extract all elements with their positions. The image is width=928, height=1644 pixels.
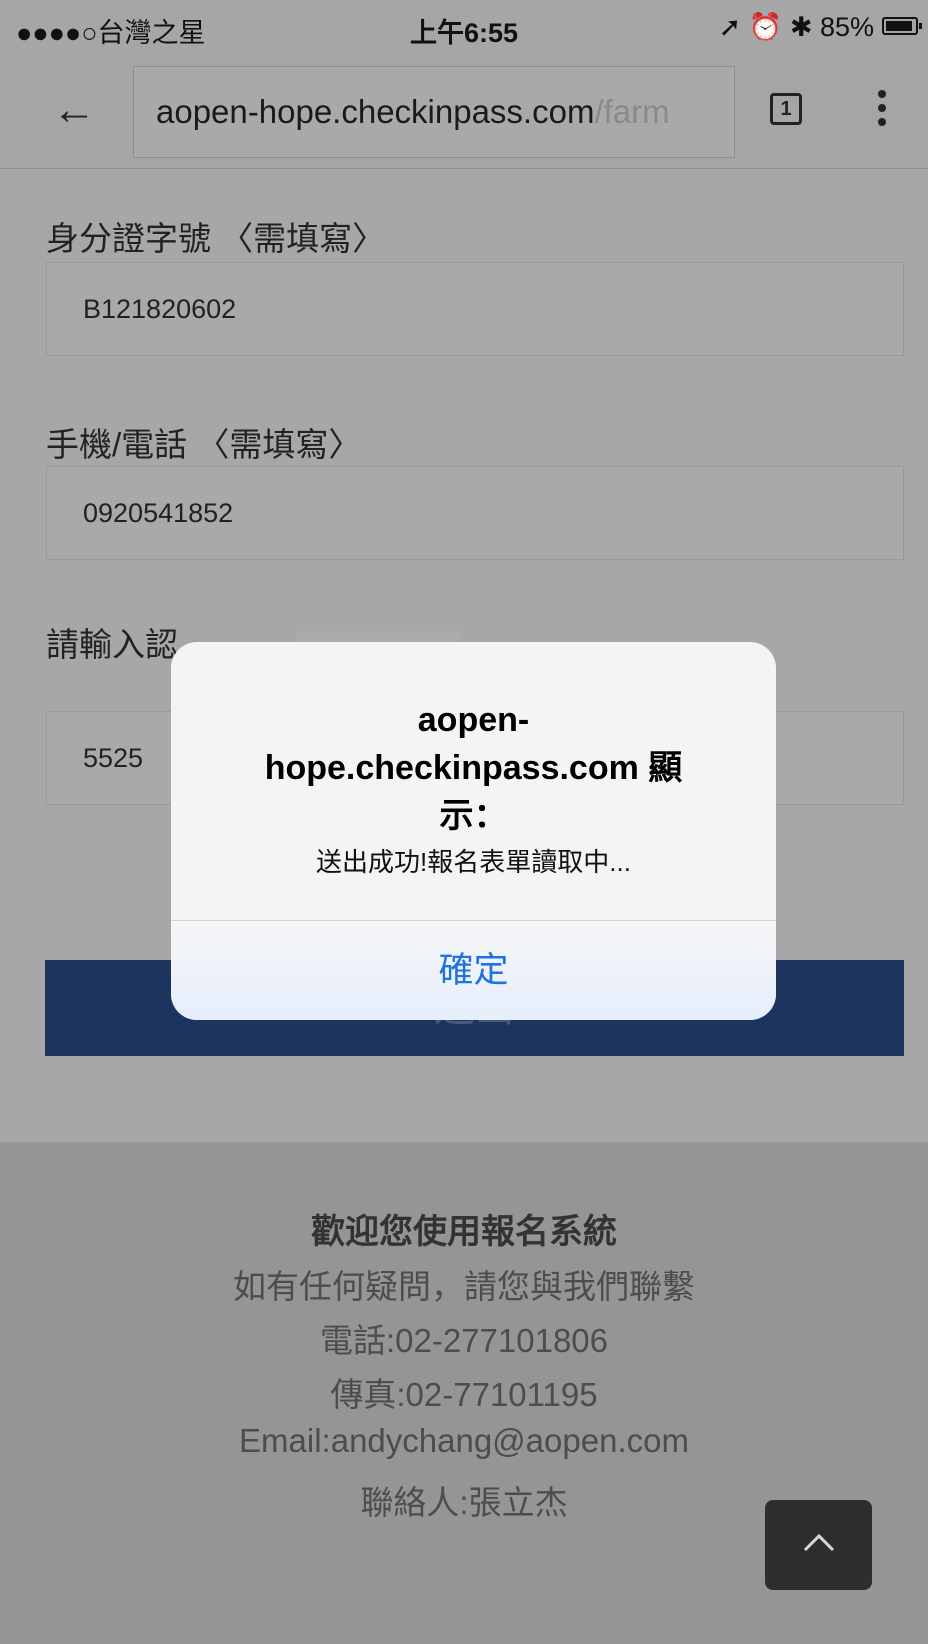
status-icons: ➚ ⏰ ✱ 85% bbox=[718, 12, 874, 42]
id-number-label: 身分證字號 〈需填寫〉 bbox=[46, 220, 386, 257]
phone-input[interactable]: 0920541852 bbox=[46, 466, 904, 560]
dialog-ok-button[interactable]: 確定 bbox=[171, 921, 776, 1020]
footer-title: 歡迎您使用報名系統 bbox=[311, 1213, 617, 1251]
more-menu-button[interactable] bbox=[875, 90, 889, 134]
captcha-label: 請輸入認 bbox=[46, 626, 178, 663]
footer-phone: 電話:02-277101806 bbox=[319, 1322, 609, 1359]
battery-icon bbox=[882, 17, 922, 35]
id-number-input[interactable]: B121820602 bbox=[46, 262, 904, 356]
dialog-title: aopen- hope.checkinpass.com 顯 示： bbox=[264, 701, 683, 835]
back-to-top-button[interactable] bbox=[765, 1500, 872, 1590]
url-bar[interactable]: aopen-hope.checkinpass.com/farm bbox=[133, 66, 735, 158]
footer-contact-prompt: 如有任何疑問，請您與我們聯繫 bbox=[233, 1268, 695, 1305]
phone-label: 手機/電話 〈需填寫〉 bbox=[46, 426, 362, 463]
dialog-message: 送出成功!報名表單讀取中... bbox=[316, 847, 631, 877]
browser-toolbar: ← aopen-hope.checkinpass.com/farm 1 bbox=[0, 54, 928, 169]
footer-email[interactable]: Email:andychang@aopen.com bbox=[0, 1422, 928, 1460]
status-bar: ●●●●○台灣之星 上午6:55 ➚ ⏰ ✱ 85% bbox=[0, 0, 928, 54]
tab-switcher-button[interactable]: 1 bbox=[770, 93, 802, 125]
url-path: /farm bbox=[594, 93, 670, 130]
alert-dialog: aopen- hope.checkinpass.com 顯 示： 送出成功!報名… bbox=[171, 642, 776, 1020]
url-domain: aopen-hope.checkinpass.com bbox=[156, 93, 595, 130]
footer-fax: 傳真:02-77101195 bbox=[330, 1376, 598, 1413]
chevron-up-icon bbox=[803, 1533, 835, 1552]
back-button[interactable]: ← bbox=[46, 84, 102, 136]
